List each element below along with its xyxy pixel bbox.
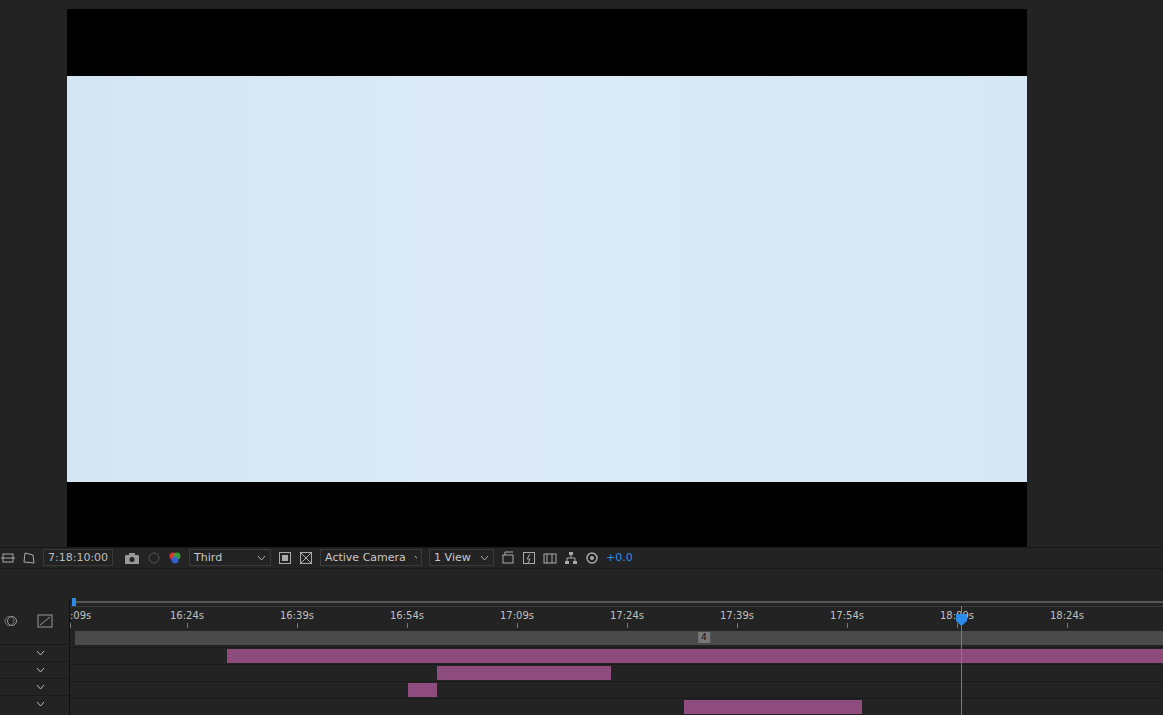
navigator-start-handle[interactable]	[72, 598, 76, 606]
expand-chevron-icon[interactable]	[36, 650, 45, 656]
graph-editor-icon[interactable]	[37, 614, 53, 628]
ruler-tick: 17:54s	[830, 607, 864, 631]
transparency-grid-icon[interactable]	[299, 551, 313, 565]
tick-line	[957, 623, 958, 628]
tick-line	[627, 623, 628, 628]
layer-duration-bar[interactable]	[684, 700, 862, 714]
time-ruler[interactable]: :09s 16:24s 16:39s 16:54s 17:09s 17:24s 17:39s…	[70, 606, 1163, 631]
tick-label: 16:39s	[280, 607, 314, 621]
mask-icon[interactable]	[22, 551, 36, 565]
tick-line	[847, 623, 848, 628]
playhead-handle-icon[interactable]	[956, 614, 967, 626]
expand-chevron-icon[interactable]	[36, 684, 45, 690]
composition-viewer	[0, 0, 1163, 547]
snapshot-icon[interactable]	[147, 551, 161, 565]
composition-frame[interactable]	[67, 9, 1027, 547]
tick-line	[737, 623, 738, 628]
navigator-line	[73, 601, 1163, 603]
time-navigator[interactable]	[70, 598, 1163, 606]
layer-duration-bar[interactable]	[437, 666, 611, 680]
tick-line	[187, 623, 188, 628]
tick-line	[517, 623, 518, 628]
layer-row[interactable]	[0, 661, 69, 678]
ruler-tick: 17:39s	[720, 607, 754, 631]
chevron-down-icon	[257, 555, 266, 561]
after-effects-window: 7:18:10:00 Third Active Camera 1 View +0.0 :0…	[0, 0, 1163, 715]
ruler-tick: 18:24s	[1050, 607, 1084, 631]
ruler-tick: 17:09s	[500, 607, 534, 631]
letterbox-bottom	[67, 482, 1027, 547]
tick-line	[297, 623, 298, 628]
work-area-bar[interactable]: 4	[75, 631, 1163, 645]
ruler-tick: 17:24s	[610, 607, 644, 631]
tick-label: 16:24s	[170, 607, 204, 621]
tick-line	[1067, 623, 1068, 628]
timeline-header-controls	[0, 598, 69, 644]
timecode-field[interactable]: 7:18:10:00	[43, 549, 113, 566]
tick-label: :09s	[70, 607, 91, 621]
tick-line	[407, 623, 408, 628]
comp-marker[interactable]: 4	[698, 632, 710, 643]
layer-track-row	[70, 698, 1163, 715]
ruler-tick: 16:39s	[280, 607, 314, 631]
expand-chevron-icon[interactable]	[36, 701, 45, 707]
panel-gap	[0, 568, 1163, 598]
flowchart-icon[interactable]	[564, 551, 578, 565]
letterbox-top	[67, 9, 1027, 76]
layer-track-row	[70, 664, 1163, 681]
tick-label: 17:39s	[720, 607, 754, 621]
layer-row[interactable]	[0, 644, 69, 661]
reset-exposure-icon[interactable]	[585, 551, 599, 565]
channels-icon[interactable]	[168, 551, 182, 565]
tick-label: 17:09s	[500, 607, 534, 621]
fast-preview-icon[interactable]	[522, 551, 536, 565]
layer-track-row	[70, 681, 1163, 698]
layer-duration-bar[interactable]	[408, 683, 438, 697]
layer-controls	[0, 598, 70, 715]
viewer-toolbar: 7:18:10:00 Third Active Camera 1 View +0.0	[0, 547, 1163, 568]
camera-icon[interactable]	[124, 551, 140, 565]
resolution-dropdown[interactable]: Third	[189, 549, 271, 566]
ruler-tick: 16:54s	[390, 607, 424, 631]
region-icon[interactable]	[1, 551, 15, 565]
ruler-tick: 16:24s	[170, 607, 204, 631]
sketch-frame	[67, 76, 1027, 482]
tick-label: 17:24s	[610, 607, 644, 621]
timeline-panel: :09s 16:24s 16:39s 16:54s 17:09s 17:24s 17:39s…	[0, 598, 1163, 715]
views-dropdown[interactable]: 1 View	[429, 549, 494, 566]
layer-duration-bar[interactable]	[227, 649, 1163, 663]
tick-label: 16:54s	[390, 607, 424, 621]
toggle-pixel-icon[interactable]	[501, 551, 515, 565]
exposure-value[interactable]: +0.0	[606, 551, 633, 564]
chevron-down-icon	[414, 555, 417, 561]
expand-chevron-icon[interactable]	[36, 667, 45, 673]
tick-line	[70, 623, 71, 628]
playhead[interactable]	[961, 606, 962, 715]
layer-track-row	[70, 647, 1163, 664]
timeline-track: :09s 16:24s 16:39s 16:54s 17:09s 17:24s 17:39s…	[70, 598, 1163, 715]
tick-label: 18:24s	[1050, 607, 1084, 621]
motion-blur-icon[interactable]	[4, 614, 18, 628]
timeline-icon[interactable]	[543, 551, 557, 565]
layer-row[interactable]	[0, 678, 69, 695]
chevron-down-icon	[480, 555, 489, 561]
ruler-tick: :09s	[70, 607, 91, 631]
layer-row[interactable]	[0, 695, 69, 712]
tick-label: 17:54s	[830, 607, 864, 621]
region-of-interest-icon[interactable]	[278, 551, 292, 565]
camera-dropdown[interactable]: Active Camera	[320, 549, 422, 566]
